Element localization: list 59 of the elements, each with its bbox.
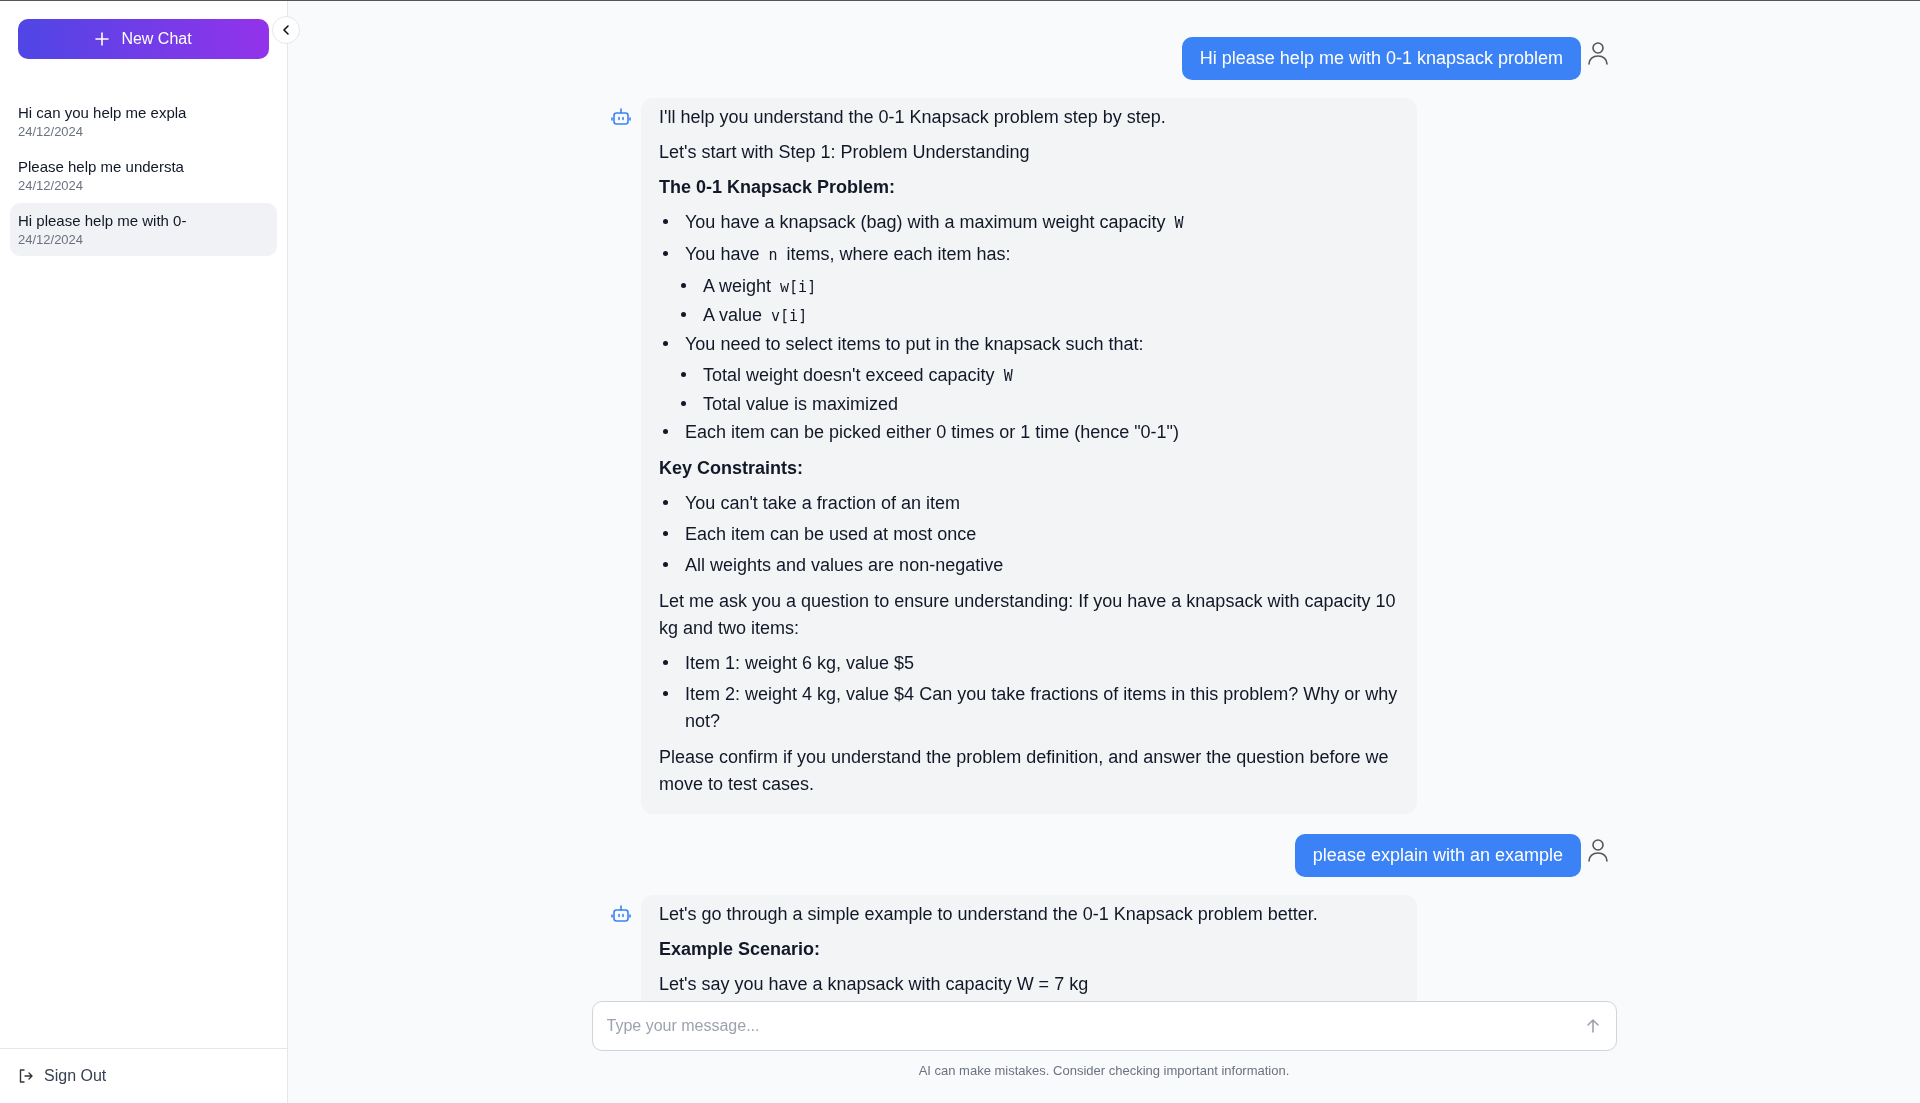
bullet-icon	[663, 341, 668, 346]
message-text: Let's say you have a knapsack with capacity W = 7 kg	[659, 973, 1090, 996]
bullet-icon	[663, 691, 668, 696]
message-input[interactable]: Type your message...	[591, 1001, 1617, 1051]
list-item: A value v[i]	[703, 304, 809, 327]
message-heading: Key Constraints:	[659, 457, 805, 480]
message-text: Let's go through a simple example to understand the 0-1 Knapsack problem better.	[659, 903, 1319, 926]
bullet-icon	[663, 660, 668, 665]
list-item: You need to select items to put in the knapsack such that:	[685, 333, 1144, 356]
list-item: You have a knapsack (bag) with a maximum weight capacity W	[685, 211, 1185, 234]
message-heading: Example Scenario:	[659, 938, 822, 961]
chat-item[interactable]: Hi please help me with 0- 24/12/2024	[10, 203, 277, 256]
message-text: I'll help you understand the 0-1 Knapsack problem step by step.	[659, 106, 1167, 129]
bullet-icon	[663, 429, 668, 434]
user-message: please explain with an example	[1294, 834, 1581, 877]
disclaimer-text: AI can make mistakes. Consider checking important information.	[917, 1063, 1291, 1078]
bullet-icon	[663, 562, 668, 567]
list-item: You can't take a fraction of an item	[685, 492, 960, 515]
chat-title: Hi please help me with 0-	[18, 212, 188, 229]
message-heading: The 0-1 Knapsack Problem:	[659, 176, 897, 199]
chat-date: 24/12/2024	[18, 232, 85, 247]
robot-icon	[611, 905, 631, 923]
chat-item[interactable]: Please help me understa 24/12/2024	[10, 149, 277, 202]
plus-icon	[95, 32, 110, 46]
bullet-icon	[663, 500, 668, 505]
chat-title: Please help me understa	[18, 158, 185, 175]
chat-date: 24/12/2024	[18, 124, 85, 139]
bullet-icon	[681, 401, 686, 406]
sign-out-button[interactable]: Sign Out	[18, 1067, 107, 1085]
chat-item[interactable]: Hi can you help me expla 24/12/2024	[10, 95, 277, 148]
message-text: Please confirm if you understand the problem definition, and answer the question before we move to test cases.	[659, 746, 1390, 796]
user-message: Hi please help me with 0-1 knapsack problem	[1181, 37, 1581, 80]
list-item: All weights and values are non-negative	[685, 554, 1004, 577]
chat-date: 24/12/2024	[18, 178, 85, 193]
bullet-icon	[663, 531, 668, 536]
chevron-left-icon	[280, 24, 292, 36]
list-item: Total value is maximized	[703, 393, 899, 416]
list-item: Each item can be picked either 0 times or 1 time (hence "0-1")	[685, 421, 1179, 444]
list-item: Each item can be used at most once	[685, 523, 977, 546]
list-item: Item 1: weight 6 kg, value $5	[685, 652, 915, 675]
robot-icon	[611, 108, 631, 126]
bullet-icon	[663, 219, 668, 224]
message-text: Let's start with Step 1: Problem Understanding	[659, 141, 1031, 164]
bullet-icon	[681, 372, 686, 377]
user-icon	[1587, 838, 1609, 862]
collapse-button[interactable]	[272, 16, 300, 44]
bullet-icon	[681, 312, 686, 317]
send-icon[interactable]	[1584, 1018, 1601, 1034]
new-chat-button[interactable]: New Chat	[18, 19, 269, 59]
bullet-icon	[681, 283, 686, 288]
user-icon	[1587, 41, 1609, 65]
list-item: Item 2: weight 4 kg, value $4 Can you take fractions of items in this problem? Why or why not?	[685, 683, 1399, 733]
chat-title: Hi can you help me expla	[18, 104, 188, 121]
list-item: You have n items, where each item has:	[685, 243, 1011, 266]
list-item: A weight w[i]	[703, 275, 818, 298]
sign-out-icon	[18, 1068, 34, 1084]
message-text: Let me ask you a question to ensure understanding: If you have a knapsack with capacity 10 kg and two items:	[659, 590, 1397, 640]
list-item: Total weight doesn't exceed capacity W	[703, 364, 1014, 387]
bullet-icon	[663, 251, 668, 256]
